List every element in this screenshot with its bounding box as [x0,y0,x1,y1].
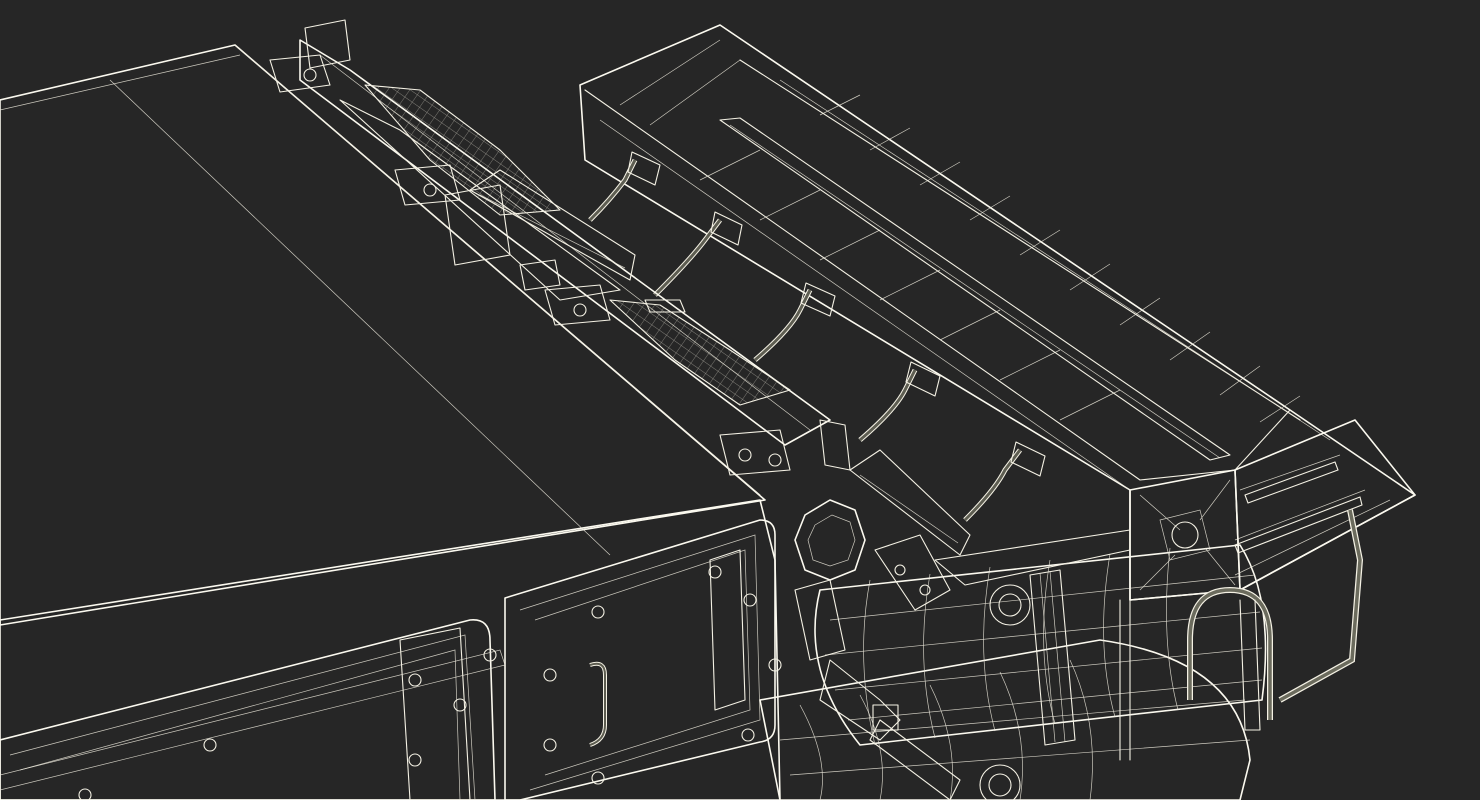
octagon-coupler [794,499,1131,800]
main-box [0,44,782,800]
lower-cylinder [759,639,1251,800]
cylinder-collar [979,569,1076,800]
bolt-heads [78,565,782,800]
render-viewport [0,0,1480,800]
wireframe-render [0,19,1416,800]
hinge-assembly [269,19,971,556]
side-tray [579,24,1416,601]
